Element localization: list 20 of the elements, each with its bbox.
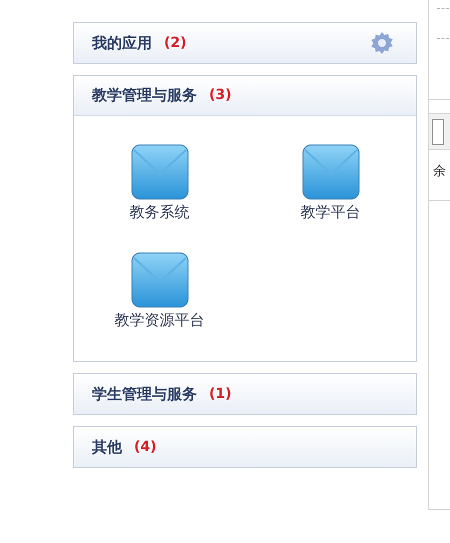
item-count: (4) [134,438,157,456]
item-count: (3) [209,86,232,105]
app-shortcut[interactable]: 教学资源平台 [94,252,224,331]
app-shortcut[interactable]: 教务系统 [94,144,224,224]
section-title: 其他 [92,436,122,458]
envelope-icon [130,252,188,308]
envelope-icon [130,144,188,200]
tab[interactable] [432,118,444,144]
settings-icon[interactable] [370,31,394,55]
app-shortcut[interactable]: 教学平台 [266,144,396,224]
app-label: 教务系统 [130,202,190,223]
item-count: (2) [164,34,187,52]
envelope-icon [302,144,360,200]
section-title: 我的应用 [92,32,152,54]
row-text: 余 [433,164,446,179]
section-title: 教学管理与服务 [92,85,197,106]
app-label: 教学资源平台 [114,310,204,330]
section-title: 学生管理与服务 [92,384,197,405]
item-count: (1) [209,384,232,404]
app-label: 教学平台 [300,202,360,223]
